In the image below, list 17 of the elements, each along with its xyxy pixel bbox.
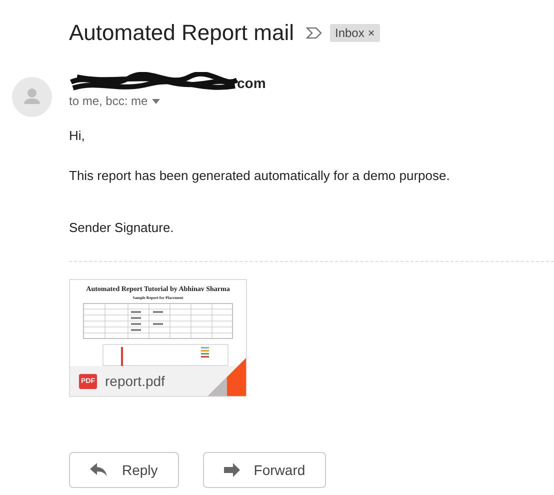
reply-arrow-icon (90, 463, 108, 477)
page-corner-icon (208, 358, 246, 396)
message-paragraph: Hi, (69, 128, 86, 143)
sender-name: com (237, 75, 266, 91)
message-paragraph: Sender Signature. (69, 220, 175, 235)
email-subject: Automated Report mail (69, 20, 294, 46)
reply-button[interactable]: Reply (69, 452, 179, 488)
attachment-filename: report.pdf (105, 373, 165, 389)
forward-arrow-icon (224, 463, 240, 477)
inbox-label: Inbox × (330, 24, 380, 42)
forward-button[interactable]: Forward (202, 452, 326, 488)
recipients-text: to me, bcc: me (69, 94, 148, 108)
remove-label-button[interactable]: × (368, 26, 375, 40)
message-paragraph: This report has been generated automatically for a demo purpose. (69, 168, 451, 183)
dropdown-icon[interactable] (152, 98, 160, 104)
importance-marker-icon[interactable] (306, 27, 322, 39)
avatar-icon (12, 77, 52, 117)
